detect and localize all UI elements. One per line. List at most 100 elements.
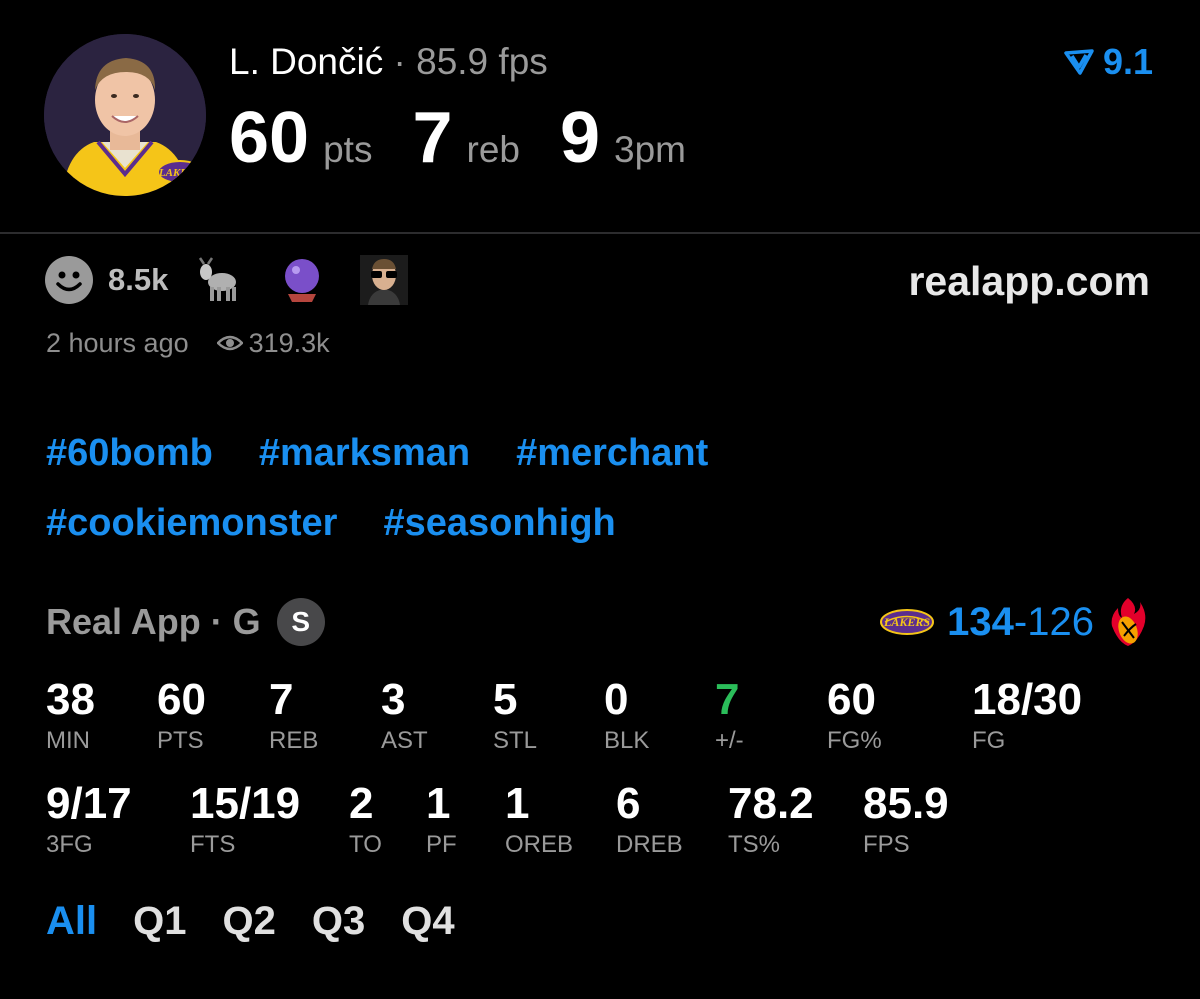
stat-ast: 3 AST xyxy=(381,676,428,756)
stat-label: FG xyxy=(972,727,1006,754)
stat-label: STL xyxy=(493,727,538,754)
rank-value: 9.1 xyxy=(1102,41,1153,82)
sunglasses-player-icon[interactable] xyxy=(360,255,409,305)
stat-value: 3 xyxy=(381,675,406,724)
stat-blk: 0 BLK xyxy=(604,676,649,756)
stat-value: 18/30 xyxy=(972,675,1083,724)
headline-3pm-unit: 3pm xyxy=(614,129,687,170)
stat-value: 2 xyxy=(349,779,374,828)
player-title: L. Dončić · 85.9 fps xyxy=(229,40,548,84)
score-dash: - xyxy=(1013,600,1028,644)
away-score: 126 xyxy=(1027,600,1094,644)
stat-label: PF xyxy=(426,831,457,858)
tab-q1[interactable]: Q1 xyxy=(133,898,186,944)
stat-label: FG% xyxy=(827,727,882,754)
quarter-tabs: All Q1 Q2 Q3 Q4 xyxy=(46,898,491,944)
fps-label: 85.9 fps xyxy=(416,41,548,82)
stat-dreb: 6 DREB xyxy=(616,780,683,860)
headline-reb-value: 7 xyxy=(412,98,453,178)
tab-all[interactable]: All xyxy=(46,898,97,944)
headline-pts-value: 60 xyxy=(229,98,310,178)
stat-plus-minus: 7 +/- xyxy=(715,676,744,756)
lakers-logo-icon: LAKERS xyxy=(880,609,935,635)
stat-label: FTS xyxy=(190,831,236,858)
headline-reb-unit: reb xyxy=(466,129,520,170)
stat-value: 60 xyxy=(157,675,206,724)
reactions-bar: 8.5k xyxy=(44,254,442,306)
stat-label: 3FG xyxy=(46,831,93,858)
stat-to: 2 TO xyxy=(349,780,382,860)
time-ago: 2 hours ago xyxy=(46,328,189,358)
tab-q4[interactable]: Q4 xyxy=(401,898,454,944)
view-count-value: 319.3k xyxy=(248,328,330,358)
stat-label: DREB xyxy=(616,831,683,858)
stat-label: MIN xyxy=(46,727,90,754)
hashtags: #60bomb #marksman #merchant #cookiemonst… xyxy=(46,418,846,558)
rank-badge[interactable]: 9.1 xyxy=(1063,42,1153,82)
stat-fps: 85.9 FPS xyxy=(863,780,949,860)
player-name[interactable]: L. Dončić xyxy=(229,41,383,82)
stat-label: OREB xyxy=(505,831,574,858)
stat-label: BLK xyxy=(604,727,650,754)
stat-fg-pct: 60 FG% xyxy=(827,676,882,756)
stat-value: 0 xyxy=(604,675,629,724)
stat-ts-pct: 78.2 TS% xyxy=(728,780,814,860)
goat-icon[interactable] xyxy=(196,256,244,304)
stat-value: 5 xyxy=(493,675,518,724)
stat-pf: 1 PF xyxy=(426,780,457,860)
stat-min: 38 MIN xyxy=(46,676,95,756)
tab-q3[interactable]: Q3 xyxy=(312,898,365,944)
header-divider xyxy=(0,232,1200,234)
hashtag[interactable]: #merchant xyxy=(516,430,708,476)
reaction-count: 8.5k xyxy=(108,262,169,297)
tab-q2[interactable]: Q2 xyxy=(222,898,275,944)
heat-logo-icon xyxy=(1111,598,1146,646)
final-score[interactable]: LAKERS 134 - 126 xyxy=(879,596,1148,648)
headline-stats: 60 pts 7 reb 9 3pm xyxy=(229,98,686,178)
stat-oreb: 1 OREB xyxy=(505,780,573,860)
eye-icon xyxy=(216,335,243,351)
stat-value: 38 xyxy=(46,675,95,724)
hashtag[interactable]: #marksman xyxy=(259,430,470,476)
home-score: 134 xyxy=(947,600,1014,644)
stat-label: AST xyxy=(381,727,428,754)
stat-value: 60 xyxy=(827,675,876,724)
stat-value: 6 xyxy=(616,779,641,828)
stat-value: 78.2 xyxy=(728,779,814,828)
hashtag[interactable]: #seasonhigh xyxy=(383,500,615,546)
stats-source: Real App · G S xyxy=(46,598,325,646)
stat-pts: 60 PTS xyxy=(157,676,206,756)
s-badge[interactable]: S xyxy=(276,598,325,646)
stat-value: 9/17 xyxy=(46,779,132,828)
site-link[interactable]: realapp.com xyxy=(908,258,1150,304)
hashtag[interactable]: #60bomb xyxy=(46,430,213,476)
stat-label: +/- xyxy=(715,727,744,754)
headline-pts-unit: pts xyxy=(323,129,373,170)
stat-value: 15/19 xyxy=(190,779,301,828)
headline-3pm-value: 9 xyxy=(559,98,601,178)
stat-value: 1 xyxy=(426,779,451,828)
stat-label: TS% xyxy=(728,831,781,858)
stat-stl: 5 STL xyxy=(493,676,537,756)
smiley-icon[interactable] xyxy=(44,255,94,305)
view-count: 319.3k xyxy=(216,326,330,360)
stat-3fg: 9/17 3FG xyxy=(46,780,132,860)
source-label: Real App · G xyxy=(46,601,261,642)
stat-value: 1 xyxy=(505,779,530,828)
stat-fts: 15/19 FTS xyxy=(190,780,300,860)
post-meta: 2 hours ago 319.3k xyxy=(46,326,330,360)
crystal-ball-icon[interactable] xyxy=(278,256,326,304)
stat-label: FPS xyxy=(863,831,910,858)
stat-value: 85.9 xyxy=(863,779,949,828)
hashtag[interactable]: #cookiemonster xyxy=(46,500,337,546)
lakers-logo-text: LAKERS xyxy=(158,167,201,179)
stat-value: 7 xyxy=(715,675,740,724)
player-photo: LAKERS xyxy=(44,34,206,196)
hashtag-row: #60bomb #marksman #merchant xyxy=(46,418,846,488)
stat-label: PTS xyxy=(157,727,204,754)
stat-fg: 18/30 FG xyxy=(972,676,1082,756)
player-avatar[interactable]: LAKERS xyxy=(44,34,206,196)
stat-label: REB xyxy=(269,727,319,754)
stat-label: TO xyxy=(349,831,382,858)
stat-reb: 7 REB xyxy=(269,676,318,756)
